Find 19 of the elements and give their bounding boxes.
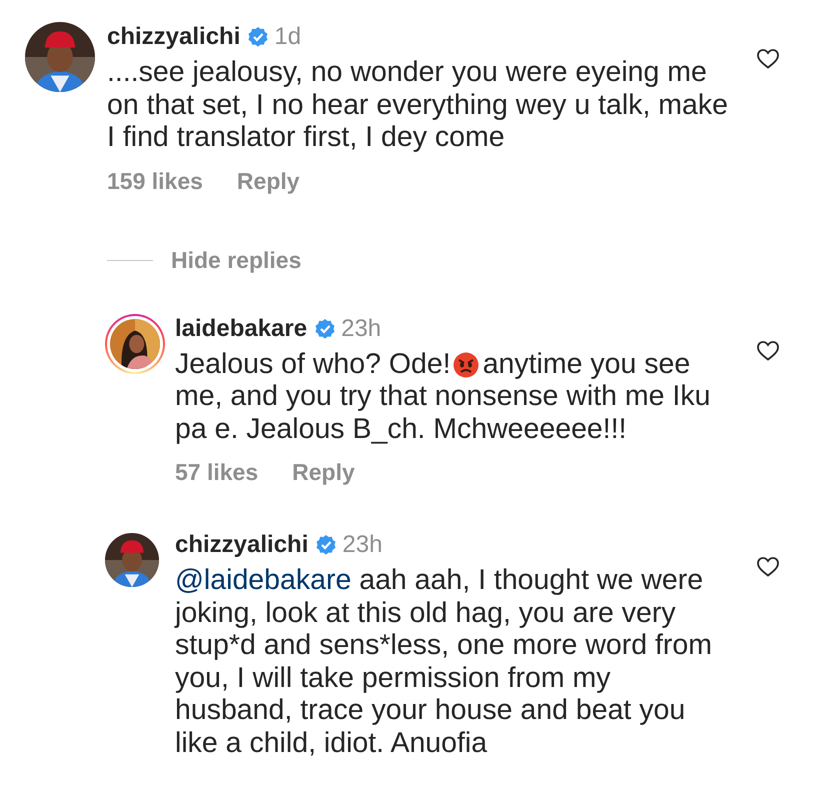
comment-text: Jealous of who? Ode! anytime you see me, and you try that nonsense with me Iku pa e. Jealous B_ch. Mchweeeeee!!! bbox=[175, 348, 712, 445]
username[interactable]: chizzyalichi bbox=[107, 23, 240, 51]
heart-icon[interactable] bbox=[756, 47, 780, 71]
reply-button[interactable]: Reply bbox=[236, 168, 300, 194]
heart-icon[interactable] bbox=[756, 555, 780, 579]
timestamp: 23h bbox=[342, 531, 382, 559]
username[interactable]: chizzyalichi bbox=[175, 531, 308, 559]
hide-replies-button[interactable]: Hide replies bbox=[171, 246, 302, 274]
likes-count[interactable]: 57 likes bbox=[175, 459, 258, 486]
heart-icon[interactable] bbox=[756, 338, 780, 362]
timestamp: 23h bbox=[341, 314, 382, 342]
timestamp: 1d bbox=[274, 23, 302, 51]
angry-face-icon bbox=[452, 352, 479, 378]
comment-text: @laidebakare aah aah, I thought we were joking, look at this old hag, you are very stup*d and sens*less, one more word from you, I will take permission from my husband, trace your house and beat you like a child, idiot. Anuofia bbox=[175, 564, 714, 759]
reply-button[interactable]: Reply bbox=[292, 459, 355, 486]
username[interactable]: laidebakare bbox=[175, 314, 308, 342]
mention-link[interactable]: @laidebakare bbox=[175, 564, 352, 596]
comment-text: ....see jealousy, no wonder you were eyeing me on that set, I no hear everything wey u talk, make I find translator first, I dey come bbox=[107, 56, 730, 154]
likes-count[interactable]: 159 likes bbox=[107, 168, 203, 194]
